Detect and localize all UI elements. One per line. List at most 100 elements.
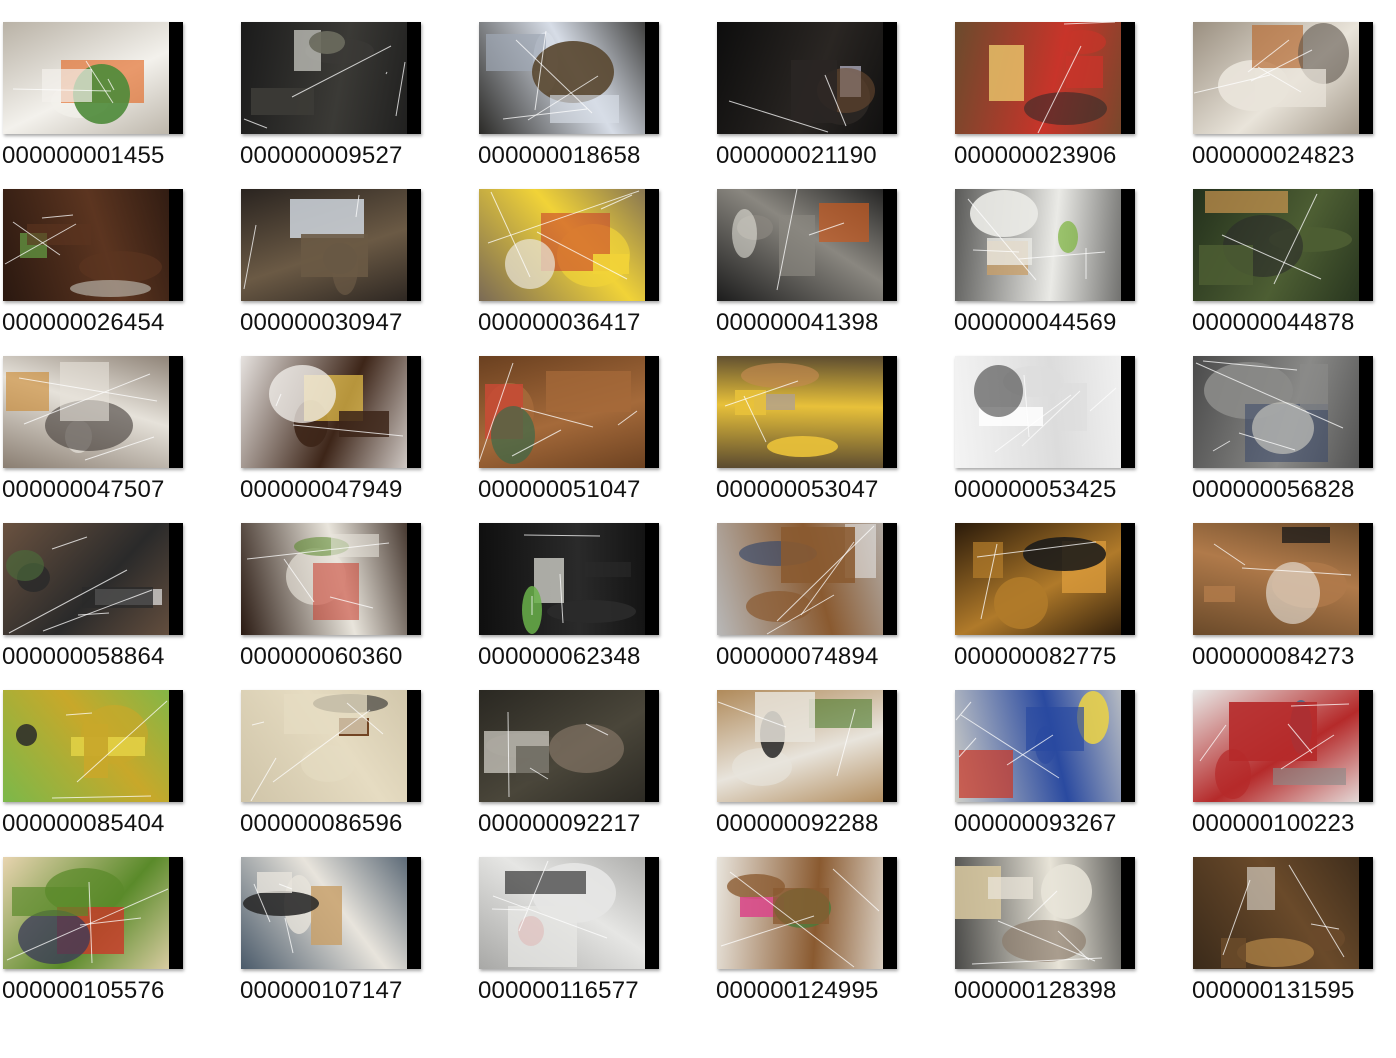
file-name-label: 000000060360 xyxy=(240,643,403,670)
image-thumbnail[interactable] xyxy=(1193,189,1373,301)
file-name-label: 000000047949 xyxy=(240,476,403,503)
file-name-label: 000000116577 xyxy=(478,977,639,1004)
image-thumbnail[interactable] xyxy=(479,356,659,468)
file-item[interactable]: 000000084273 xyxy=(1190,501,1396,670)
file-item[interactable]: 000000092217 xyxy=(476,668,714,837)
file-item[interactable]: 000000018658 xyxy=(476,0,714,169)
image-thumbnail[interactable] xyxy=(479,22,659,134)
file-item[interactable]: 000000051047 xyxy=(476,334,714,503)
file-name-label: 000000047507 xyxy=(2,476,165,503)
image-thumbnail[interactable] xyxy=(1193,22,1373,134)
file-item[interactable]: 000000047507 xyxy=(0,334,238,503)
file-name-label: 000000058864 xyxy=(2,643,165,670)
file-item[interactable]: 000000100223 xyxy=(1190,668,1396,837)
file-item[interactable]: 000000009527 xyxy=(238,0,476,169)
image-thumbnail[interactable] xyxy=(3,523,183,635)
file-name-label: 000000044569 xyxy=(954,309,1117,336)
file-name-label: 000000044878 xyxy=(1192,309,1355,336)
image-thumbnail[interactable] xyxy=(3,857,183,969)
file-item[interactable]: 000000124995 xyxy=(714,835,952,1004)
file-name-label: 000000023906 xyxy=(954,142,1117,169)
image-thumbnail[interactable] xyxy=(479,523,659,635)
file-item[interactable]: 000000024823 xyxy=(1190,0,1396,169)
file-item[interactable]: 000000062348 xyxy=(476,501,714,670)
file-name-label: 000000074894 xyxy=(716,643,879,670)
file-name-label: 000000053047 xyxy=(716,476,879,503)
file-item[interactable]: 000000082775 xyxy=(952,501,1190,670)
file-name-label: 000000093267 xyxy=(954,810,1117,837)
file-item[interactable]: 000000053425 xyxy=(952,334,1190,503)
file-name-label: 000000128398 xyxy=(954,977,1117,1004)
file-name-label: 000000105576 xyxy=(2,977,165,1004)
image-thumbnail[interactable] xyxy=(241,523,421,635)
image-thumbnail[interactable] xyxy=(955,22,1135,134)
image-thumbnail[interactable] xyxy=(241,857,421,969)
file-item[interactable]: 000000086596 xyxy=(238,668,476,837)
file-item[interactable]: 000000044569 xyxy=(952,167,1190,336)
image-thumbnail[interactable] xyxy=(717,690,897,802)
image-thumbnail[interactable] xyxy=(241,22,421,134)
file-name-label: 000000107147 xyxy=(240,977,403,1004)
image-thumbnail[interactable] xyxy=(479,690,659,802)
image-thumbnail[interactable] xyxy=(241,690,421,802)
file-item[interactable]: 000000044878 xyxy=(1190,167,1396,336)
file-item[interactable]: 000000092288 xyxy=(714,668,952,837)
file-item[interactable]: 000000023906 xyxy=(952,0,1190,169)
file-name-label: 000000026454 xyxy=(2,309,165,336)
file-name-label: 000000092217 xyxy=(478,810,641,837)
file-item[interactable]: 000000107147 xyxy=(238,835,476,1004)
image-thumbnail[interactable] xyxy=(1193,690,1373,802)
file-name-label: 000000036417 xyxy=(478,309,641,336)
image-thumbnail[interactable] xyxy=(717,189,897,301)
file-item[interactable]: 000000116577 xyxy=(476,835,714,1004)
image-thumbnail[interactable] xyxy=(479,857,659,969)
file-name-label: 000000030947 xyxy=(240,309,403,336)
file-item[interactable]: 000000021190 xyxy=(714,0,952,169)
file-item[interactable]: 000000047949 xyxy=(238,334,476,503)
image-thumbnail[interactable] xyxy=(955,690,1135,802)
file-name-label: 000000021190 xyxy=(716,142,877,169)
image-thumbnail[interactable] xyxy=(717,356,897,468)
image-thumbnail[interactable] xyxy=(479,189,659,301)
file-name-label: 000000092288 xyxy=(716,810,879,837)
file-name-label: 000000082775 xyxy=(954,643,1117,670)
image-thumbnail[interactable] xyxy=(717,523,897,635)
file-name-label: 000000051047 xyxy=(478,476,641,503)
image-thumbnail[interactable] xyxy=(1193,523,1373,635)
image-thumbnail[interactable] xyxy=(3,22,183,134)
image-thumbnail[interactable] xyxy=(955,523,1135,635)
file-item[interactable]: 000000060360 xyxy=(238,501,476,670)
file-item[interactable]: 000000053047 xyxy=(714,334,952,503)
image-thumbnail[interactable] xyxy=(955,356,1135,468)
file-item[interactable]: 000000026454 xyxy=(0,167,238,336)
file-item[interactable]: 000000105576 xyxy=(0,835,238,1004)
image-thumbnail[interactable] xyxy=(3,189,183,301)
file-name-label: 000000001455 xyxy=(2,142,165,169)
file-item[interactable]: 000000131595 xyxy=(1190,835,1396,1004)
image-thumbnail[interactable] xyxy=(1193,857,1373,969)
file-item[interactable]: 000000036417 xyxy=(476,167,714,336)
file-item[interactable]: 000000093267 xyxy=(952,668,1190,837)
file-item[interactable]: 000000030947 xyxy=(238,167,476,336)
file-name-label: 000000009527 xyxy=(240,142,403,169)
file-item[interactable]: 000000001455 xyxy=(0,0,238,169)
file-item[interactable]: 000000041398 xyxy=(714,167,952,336)
file-name-label: 000000053425 xyxy=(954,476,1117,503)
image-thumbnail[interactable] xyxy=(3,690,183,802)
image-thumbnail[interactable] xyxy=(955,857,1135,969)
file-item[interactable]: 000000085404 xyxy=(0,668,238,837)
image-thumbnail[interactable] xyxy=(3,356,183,468)
image-thumbnail[interactable] xyxy=(717,857,897,969)
file-item[interactable]: 000000074894 xyxy=(714,501,952,670)
image-thumbnail[interactable] xyxy=(241,189,421,301)
file-item[interactable]: 000000128398 xyxy=(952,835,1190,1004)
file-item[interactable]: 000000058864 xyxy=(0,501,238,670)
file-name-label: 000000124995 xyxy=(716,977,879,1004)
file-item[interactable]: 000000056828 xyxy=(1190,334,1396,503)
image-thumbnail[interactable] xyxy=(955,189,1135,301)
file-name-label: 000000041398 xyxy=(716,309,879,336)
image-thumbnail[interactable] xyxy=(241,356,421,468)
file-name-label: 000000085404 xyxy=(2,810,165,837)
image-thumbnail[interactable] xyxy=(1193,356,1373,468)
image-thumbnail[interactable] xyxy=(717,22,897,134)
